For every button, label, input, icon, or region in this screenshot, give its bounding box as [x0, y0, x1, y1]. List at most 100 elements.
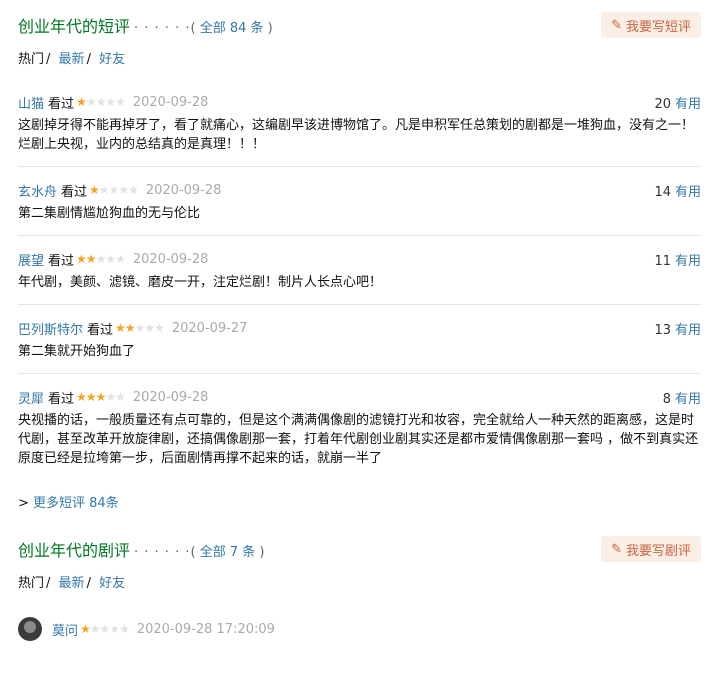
useful-button[interactable]: 有用 — [675, 185, 701, 200]
reviews-header: 创业年代的剧评 · · · · · · ( 全部 7 条 ) ✎ 我要写剧评 — [18, 535, 701, 563]
write-review-button[interactable]: ✎ 我要写剧评 — [601, 536, 701, 562]
star-icon: ★ — [105, 390, 116, 404]
comment-author[interactable]: 玄水舟 — [18, 181, 57, 200]
tab-latest[interactable]: 最新 — [59, 52, 85, 67]
comment-item: 巴列斯特尔 看过 ★★★★★ 2020-09-27 13 有用 第二集就开始狗血了 — [18, 305, 701, 374]
star-icon: ★ — [115, 252, 126, 266]
comment-meta: 山猫 看过 ★★★★★ 2020-09-28 — [18, 93, 208, 112]
tab-hot[interactable]: 热门 — [18, 52, 44, 67]
review-item: 莫问 ★★★★★ 2020-09-28 17:20:09 — [18, 617, 701, 641]
star-icon: ★ — [95, 95, 107, 109]
reviews-total: ( 全部 7 条 ) — [190, 541, 264, 560]
comment-date: 2020-09-28 — [132, 389, 209, 405]
rating-stars: ★★★★★ — [80, 622, 130, 636]
star-icon: ★ — [105, 252, 116, 266]
star-icon: ★ — [115, 390, 126, 404]
star-icon: ★ — [95, 252, 107, 266]
tab-separator: / — [46, 52, 51, 67]
comment-text: 这剧掉牙得不能再掉牙了，看了就痛心，这编剧早该进博物馆了。凡是申积军任总策划的剧… — [18, 118, 695, 152]
more-short-comments-link[interactable]: 更多短评 84条 — [33, 496, 119, 511]
comment-header: 展望 看过 ★★★★★ 2020-09-28 11 有用 — [18, 250, 701, 269]
comment-date: 2020-09-28 — [145, 182, 222, 198]
comment-author[interactable]: 展望 — [18, 250, 44, 269]
star-icon: ★ — [80, 622, 91, 636]
rating-stars: ★★★★★ — [76, 95, 126, 109]
star-icon: ★ — [85, 95, 97, 109]
review-author[interactable]: 莫问 — [52, 620, 78, 639]
page: 创业年代的短评 · · · · · · ( 全部 84 条 ) ✎ 我要写短评 … — [0, 11, 719, 641]
vote-count: 14 — [654, 184, 671, 200]
star-icon: ★ — [134, 321, 146, 335]
comment-author[interactable]: 山猫 — [18, 93, 44, 112]
pencil-icon: ✎ — [611, 17, 622, 33]
watch-status: 看过 — [48, 96, 75, 112]
short-comments-title: 创业年代的短评 — [18, 17, 131, 36]
star-icon: ★ — [128, 183, 139, 197]
comment-date: 2020-09-27 — [171, 320, 248, 336]
comment-meta: 巴列斯特尔 看过 ★★★★★ 2020-09-27 — [18, 319, 247, 338]
vote-area: 20 有用 — [654, 93, 701, 112]
star-icon: ★ — [76, 390, 87, 404]
star-icon: ★ — [105, 95, 116, 109]
watch-status: 看过 — [48, 253, 75, 269]
comment-text: 央视播的话，一般质量还有点可靠的，但是这个满满偶像剧的滤镜打光和妆容，完全就给人… — [18, 413, 699, 466]
title-dots: · · · · · · — [134, 21, 191, 36]
vote-count: 11 — [654, 253, 671, 269]
star-icon: ★ — [154, 321, 165, 335]
tab-separator: / — [46, 576, 51, 591]
comment-meta: 玄水舟 看过 ★★★★★ 2020-09-28 — [18, 181, 221, 200]
all-reviews-link[interactable]: 全部 7 条 — [200, 545, 256, 560]
useful-button[interactable]: 有用 — [675, 392, 701, 407]
comment-header: 巴列斯特尔 看过 ★★★★★ 2020-09-27 13 有用 — [18, 319, 701, 338]
star-icon: ★ — [115, 321, 126, 335]
comment-header: 玄水舟 看过 ★★★★★ 2020-09-28 14 有用 — [18, 181, 701, 200]
total-prefix: ( — [190, 21, 200, 36]
write-review-label: 我要写剧评 — [625, 543, 691, 559]
write-short-comment-button[interactable]: ✎ 我要写短评 — [601, 12, 701, 38]
comment-header: 灵犀 看过 ★★★★★ 2020-09-28 8 有用 — [18, 388, 701, 407]
comment-text: 年代剧，美颜、滤镜、磨皮一开，注定烂剧！制片人长点心吧！ — [18, 275, 383, 290]
rating-stars: ★★★★★ — [76, 252, 126, 266]
reviews-title-group: 创业年代的剧评 · · · · · · ( 全部 7 条 ) — [18, 537, 264, 561]
total-prefix: ( — [190, 545, 200, 560]
vote-count: 13 — [654, 322, 671, 338]
tab-friends[interactable]: 好友 — [99, 52, 125, 67]
comment-header: 山猫 看过 ★★★★★ 2020-09-28 20 有用 — [18, 93, 701, 112]
all-short-comments-link[interactable]: 全部 84 条 — [200, 21, 264, 36]
comment-author[interactable]: 巴列斯特尔 — [18, 319, 83, 338]
short-comments-tabs: 热门 / 最新 / 好友 — [18, 48, 701, 67]
star-icon: ★ — [89, 183, 100, 197]
star-icon: ★ — [98, 183, 110, 197]
star-icon: ★ — [99, 622, 111, 636]
star-icon: ★ — [85, 390, 97, 404]
rating-stars: ★★★★★ — [89, 183, 139, 197]
vote-area: 13 有用 — [654, 319, 701, 338]
tab-hot[interactable]: 热门 — [18, 576, 44, 591]
comment-author[interactable]: 灵犀 — [18, 388, 44, 407]
comment-item: 灵犀 看过 ★★★★★ 2020-09-28 8 有用 央视播的话，一般质量还有点可靠的，但… — [18, 374, 701, 480]
star-icon: ★ — [89, 622, 101, 636]
useful-button[interactable]: 有用 — [675, 323, 701, 338]
tab-separator: / — [86, 52, 91, 67]
comment-text: 第二集剧情尴尬狗血的无与伦比 — [18, 206, 201, 221]
star-icon: ★ — [76, 252, 87, 266]
star-icon: ★ — [124, 321, 136, 335]
reviews-title: 创业年代的剧评 — [18, 541, 131, 560]
vote-area: 11 有用 — [654, 250, 701, 269]
watch-status: 看过 — [61, 184, 88, 200]
star-icon: ★ — [85, 252, 97, 266]
pencil-icon: ✎ — [611, 541, 622, 557]
useful-button[interactable]: 有用 — [675, 97, 701, 112]
useful-button[interactable]: 有用 — [675, 254, 701, 269]
short-comments-header: 创业年代的短评 · · · · · · ( 全部 84 条 ) ✎ 我要写短评 — [18, 11, 701, 39]
comment-text: 第二集就开始狗血了 — [18, 344, 136, 359]
total-suffix: ) — [263, 21, 273, 36]
reviews-tabs: 热门 / 最新 / 好友 — [18, 572, 701, 591]
tab-latest[interactable]: 最新 — [59, 576, 85, 591]
comment-meta: 展望 看过 ★★★★★ 2020-09-28 — [18, 250, 208, 269]
short-comments-title-group: 创业年代的短评 · · · · · · ( 全部 84 条 ) — [18, 13, 273, 37]
write-short-comment-label: 我要写短评 — [625, 19, 691, 35]
star-icon: ★ — [119, 622, 130, 636]
avatar[interactable] — [18, 617, 42, 641]
tab-friends[interactable]: 好友 — [99, 576, 125, 591]
